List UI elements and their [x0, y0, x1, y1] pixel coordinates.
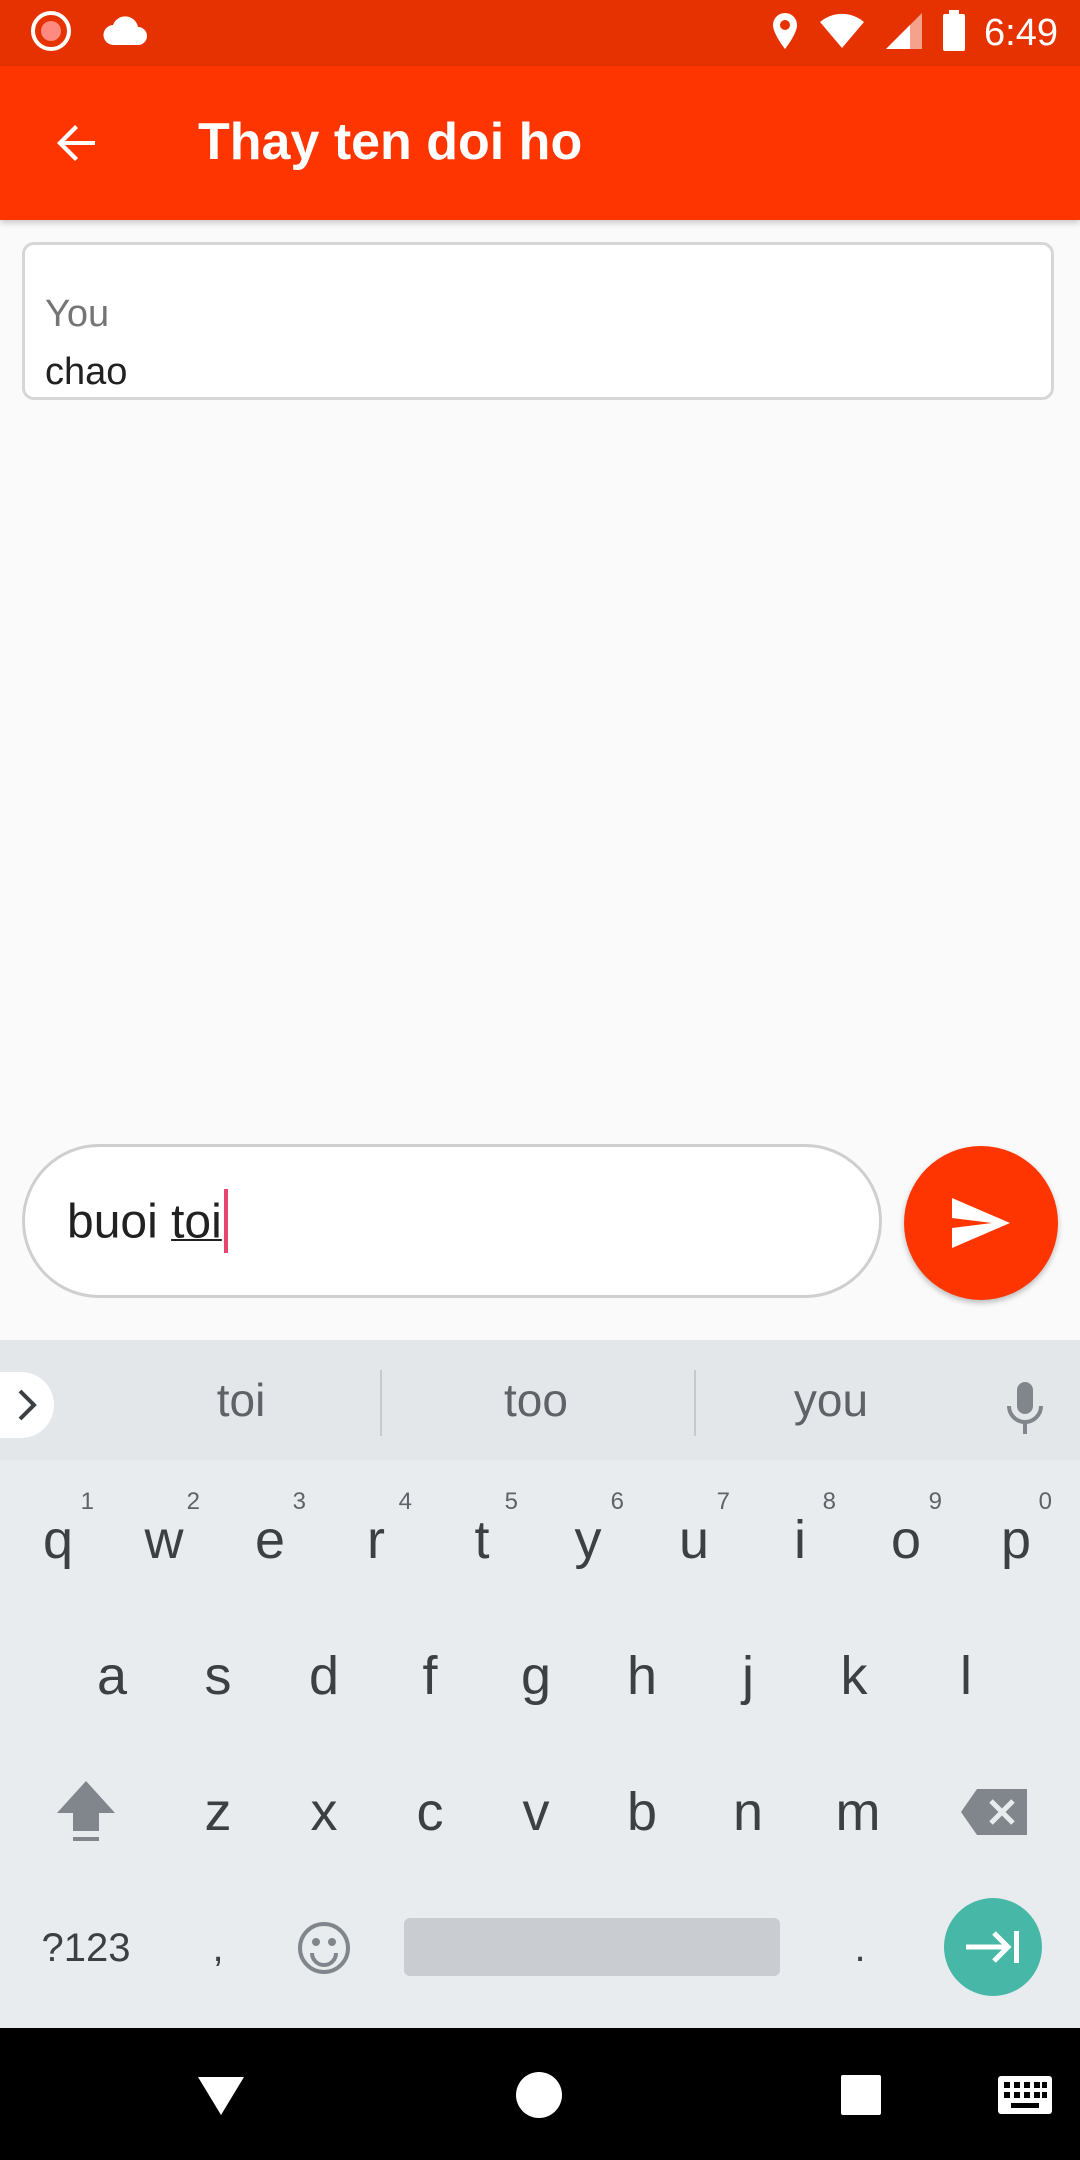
key-x[interactable]: x: [274, 1752, 374, 1872]
suggestion-1[interactable]: toi: [91, 1372, 391, 1428]
key-q[interactable]: 1q: [8, 1480, 108, 1600]
comma-key[interactable]: ,: [168, 1888, 268, 2008]
key-p[interactable]: 0p: [966, 1480, 1066, 1600]
key-b[interactable]: b: [592, 1752, 692, 1872]
backspace-key[interactable]: [944, 1752, 1044, 1872]
emoji-icon: [298, 1922, 350, 1974]
shift-icon: [57, 1781, 115, 1841]
suggestion-3[interactable]: you: [681, 1372, 981, 1428]
next-field-icon: [966, 1931, 1019, 1963]
key-k[interactable]: k: [804, 1616, 904, 1736]
key-f[interactable]: f: [380, 1616, 480, 1736]
message-sender: You: [45, 293, 110, 335]
backspace-icon: [961, 1789, 1027, 1835]
nav-back-icon: [198, 2077, 244, 2115]
key-j[interactable]: j: [698, 1616, 798, 1736]
period-key[interactable]: .: [810, 1888, 910, 2008]
emoji-key[interactable]: [274, 1888, 374, 2008]
key-g[interactable]: g: [486, 1616, 586, 1736]
status-bar: 6:49: [0, 0, 1080, 66]
record-icon: [30, 10, 72, 57]
arrow-back-icon: [57, 125, 95, 161]
nav-recents-button[interactable]: [830, 2064, 892, 2126]
shift-key[interactable]: [36, 1752, 136, 1872]
nav-home-button[interactable]: [508, 2064, 570, 2126]
symbols-key[interactable]: ?123: [36, 1888, 136, 2008]
divider: [380, 1370, 382, 1436]
input-composing-text: toi: [171, 1195, 222, 1249]
key-l[interactable]: l: [916, 1616, 1016, 1736]
message-card: You chao: [22, 242, 1054, 400]
cloud-icon: [102, 15, 148, 52]
keyboard: toi too you 1q 2w 3e 4r 5t 6y 7u 8i 9o 0…: [0, 1340, 1080, 2028]
key-w[interactable]: 2w: [114, 1480, 214, 1600]
wifi-icon: [818, 12, 866, 55]
message-text: chao: [45, 351, 128, 393]
battery-icon: [942, 9, 966, 57]
key-o[interactable]: 9o: [856, 1480, 956, 1600]
key-s[interactable]: s: [168, 1616, 268, 1736]
key-u[interactable]: 7u: [644, 1480, 744, 1600]
page-title: Thay ten doi ho: [198, 113, 583, 171]
mic-icon: [1007, 1382, 1043, 1434]
app-bar: Thay ten doi ho: [0, 66, 1080, 220]
location-icon: [770, 11, 800, 56]
key-a[interactable]: a: [62, 1616, 162, 1736]
chevron-right-icon: [18, 1389, 37, 1421]
key-c[interactable]: c: [380, 1752, 480, 1872]
key-r[interactable]: 4r: [326, 1480, 426, 1600]
nav-back-button[interactable]: [190, 2064, 252, 2126]
input-committed-text: buoi: [67, 1195, 172, 1249]
nav-home-icon: [516, 2072, 562, 2118]
space-key[interactable]: [404, 1918, 780, 1976]
status-time: 6:49: [984, 11, 1058, 54]
mic-button[interactable]: [1000, 1378, 1050, 1438]
key-n[interactable]: n: [698, 1752, 798, 1872]
suggestion-2[interactable]: too: [386, 1372, 686, 1428]
suggestion-bar: toi too you: [0, 1340, 1080, 1460]
key-t[interactable]: 5t: [432, 1480, 532, 1600]
key-e[interactable]: 3e: [220, 1480, 320, 1600]
keyboard-switch-button[interactable]: [992, 2064, 1058, 2126]
navigation-bar: [0, 2028, 1080, 2160]
key-i[interactable]: 8i: [750, 1480, 850, 1600]
send-icon: [952, 1198, 1010, 1248]
keyboard-icon: [998, 2076, 1052, 2114]
key-m[interactable]: m: [808, 1752, 908, 1872]
key-y[interactable]: 6y: [538, 1480, 638, 1600]
message-input[interactable]: buoi toi: [22, 1144, 882, 1298]
send-button[interactable]: [904, 1146, 1058, 1300]
message-input-text[interactable]: buoi toi: [67, 1189, 228, 1257]
key-v[interactable]: v: [486, 1752, 586, 1872]
enter-key[interactable]: [944, 1898, 1042, 1996]
expand-suggestions-button[interactable]: [0, 1372, 54, 1438]
key-z[interactable]: z: [168, 1752, 268, 1872]
back-button[interactable]: [44, 110, 110, 176]
key-h[interactable]: h: [592, 1616, 692, 1736]
signal-icon: [884, 11, 924, 56]
text-caret: [223, 1189, 228, 1253]
key-d[interactable]: d: [274, 1616, 374, 1736]
nav-recents-icon: [841, 2075, 881, 2115]
